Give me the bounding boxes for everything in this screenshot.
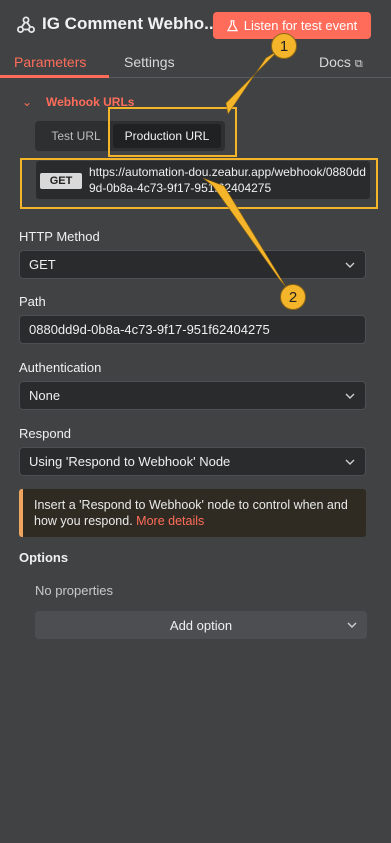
annotation-box-production-url <box>108 107 237 157</box>
chevron-down-icon <box>345 459 355 465</box>
add-option-button[interactable]: Add option <box>35 611 367 639</box>
chevron-down-icon <box>345 262 355 268</box>
chevron-down-icon[interactable]: ⌄ <box>22 95 32 109</box>
chevron-down-icon <box>345 393 355 399</box>
webhook-icon <box>17 16 35 33</box>
annotation-marker-2: 2 <box>280 284 306 310</box>
http-method-label: HTTP Method <box>19 229 100 244</box>
authentication-select[interactable]: None <box>19 381 366 410</box>
tab-settings[interactable]: Settings <box>124 54 175 70</box>
active-tab-indicator <box>0 75 109 78</box>
respond-notice: Insert a 'Respond to Webhook' node to co… <box>19 489 366 537</box>
listen-button-label: Listen for test event <box>243 18 358 33</box>
test-url-option[interactable]: Test URL <box>41 124 111 148</box>
respond-label: Respond <box>19 426 72 441</box>
annotation-box-webhook-url <box>20 158 378 209</box>
options-label: Options <box>19 550 69 565</box>
authentication-label: Authentication <box>19 360 102 375</box>
more-details-link[interactable]: More details <box>136 514 204 528</box>
flask-icon <box>226 19 238 31</box>
external-link-icon: ⧉ <box>354 58 363 70</box>
no-properties-text: No properties <box>35 583 114 598</box>
tab-docs[interactable]: Docs ⧉ <box>319 54 363 71</box>
path-label: Path <box>19 294 46 309</box>
path-input[interactable]: 0880dd9d-0b8a-4c73-9f17-951f62404275 <box>19 315 366 344</box>
http-method-select[interactable]: GET <box>19 250 366 279</box>
node-header: IG Comment Webho... Listen for test even… <box>0 0 391 48</box>
respond-select[interactable]: Using 'Respond to Webhook' Node <box>19 447 366 476</box>
annotation-marker-1: 1 <box>271 33 297 59</box>
respond-value: Using 'Respond to Webhook' Node <box>29 454 231 469</box>
chevron-down-icon <box>347 622 357 628</box>
authentication-value: None <box>29 388 61 403</box>
node-title[interactable]: IG Comment Webho... <box>42 14 218 34</box>
http-method-value: GET <box>29 257 56 272</box>
tab-bar: Parameters Settings Docs ⧉ <box>0 48 391 78</box>
path-value: 0880dd9d-0b8a-4c73-9f17-951f62404275 <box>29 322 270 337</box>
docs-label: Docs <box>319 54 351 70</box>
tab-parameters[interactable]: Parameters <box>14 54 86 70</box>
add-option-label: Add option <box>169 617 233 633</box>
